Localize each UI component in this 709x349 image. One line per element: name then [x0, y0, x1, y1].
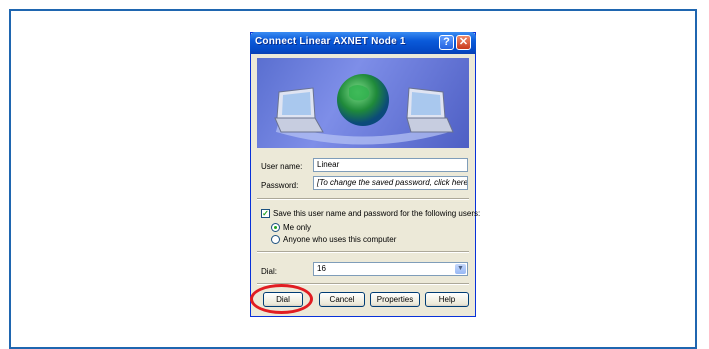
save-credentials-label: Save this user name and password for the…: [273, 209, 481, 218]
dial-value: 16: [317, 264, 326, 273]
chevron-down-icon[interactable]: ▼: [455, 264, 466, 274]
dialog-title: Connect Linear AXNET Node 1: [255, 36, 406, 47]
save-credentials-checkbox[interactable]: ✓: [261, 209, 270, 218]
username-label: User name:: [261, 162, 303, 171]
me-only-radio[interactable]: [271, 223, 280, 232]
help-button[interactable]: Help: [425, 292, 469, 307]
username-input[interactable]: Linear: [313, 158, 468, 172]
divider: [257, 251, 469, 253]
close-icon[interactable]: ✕: [456, 35, 471, 50]
anyone-radio[interactable]: [271, 235, 280, 244]
dial-highlight-circle: [250, 284, 313, 314]
password-label: Password:: [261, 181, 299, 190]
title-bar[interactable]: Connect Linear AXNET Node 1 ? ✕: [250, 32, 476, 54]
properties-button[interactable]: Properties: [370, 292, 420, 307]
me-only-label: Me only: [283, 223, 312, 232]
dial-label: Dial:: [261, 267, 278, 276]
help-icon[interactable]: ?: [439, 35, 454, 50]
anyone-label: Anyone who uses this computer: [283, 235, 397, 244]
globe-laptops-icon: [274, 74, 454, 145]
network-banner-image: [257, 58, 469, 148]
divider: [257, 198, 469, 200]
password-input[interactable]: [To change the saved password, click her…: [313, 176, 468, 190]
cancel-button[interactable]: Cancel: [319, 292, 365, 307]
dial-select[interactable]: 16 ▼: [313, 262, 468, 276]
radio-selected-dot: [274, 226, 277, 229]
connect-dialog: Connect Linear AXNET Node 1 ? ✕ User nam…: [250, 32, 480, 317]
